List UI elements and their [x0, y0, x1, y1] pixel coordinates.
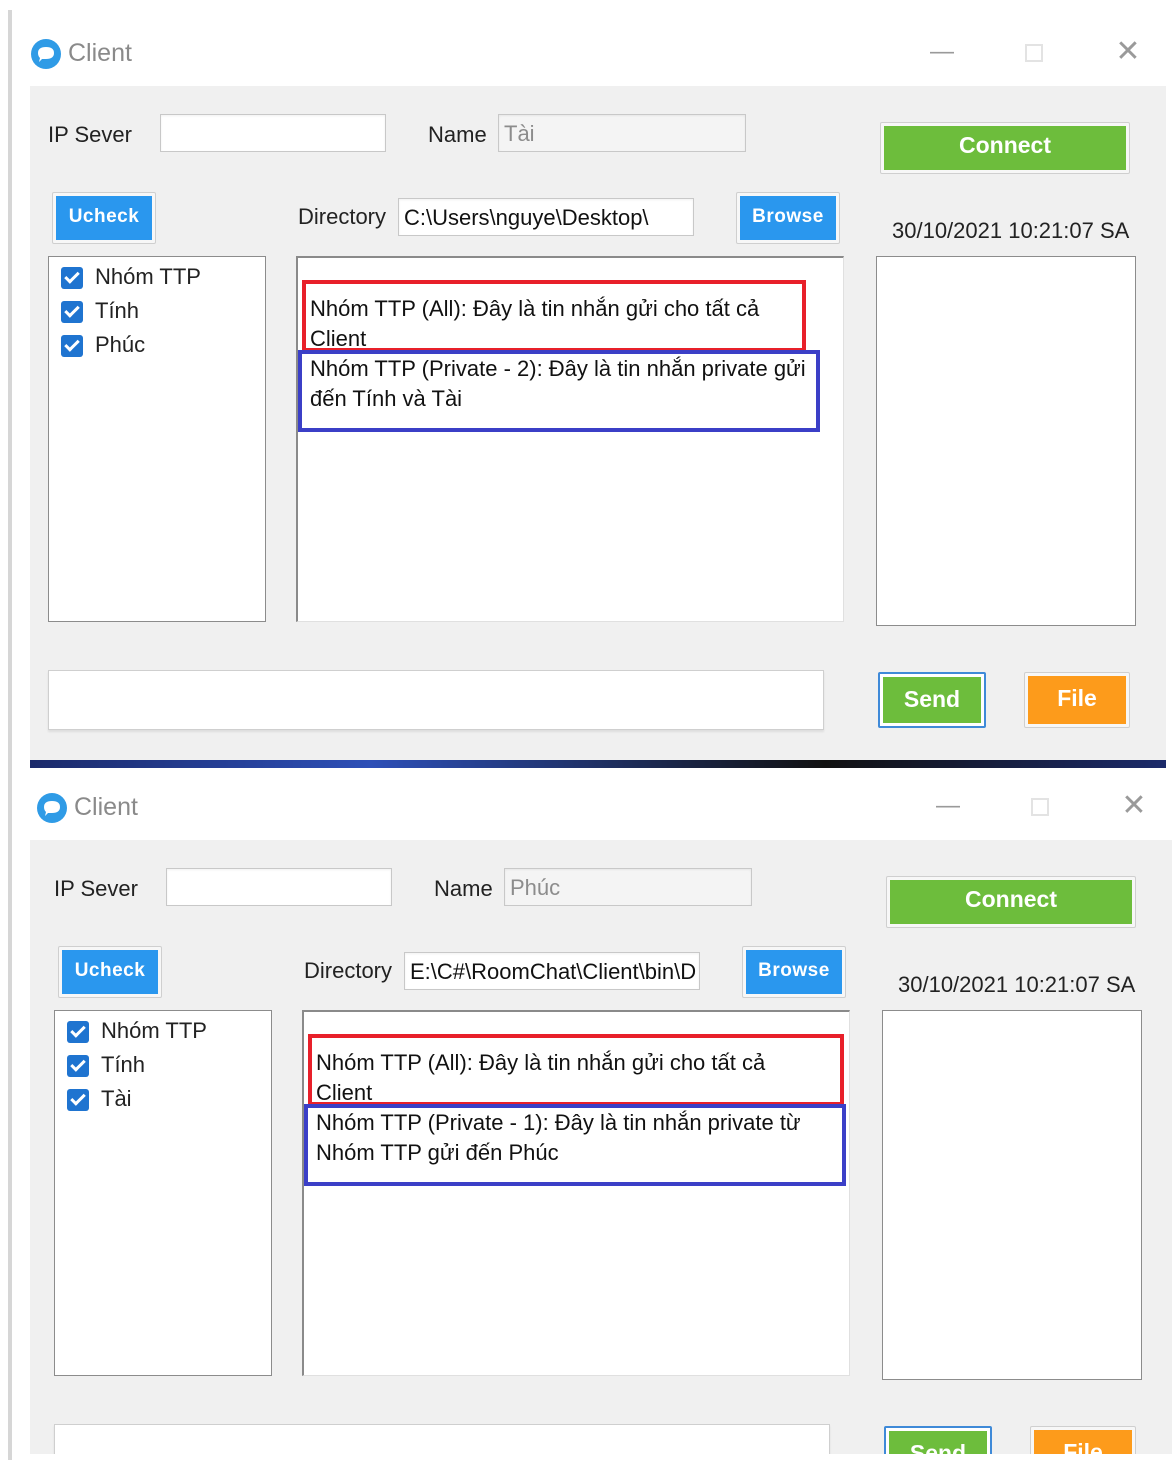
user-item-label: Tài: [101, 1086, 132, 1111]
send-label: Send: [889, 1431, 987, 1454]
directory-label: Directory: [298, 204, 387, 229]
checkbox-checked-icon[interactable]: [67, 1055, 89, 1077]
send-button[interactable]: Send: [878, 672, 986, 728]
window-separator: [30, 760, 1166, 768]
ip-server-input[interactable]: [160, 114, 386, 152]
checkbox-checked-icon[interactable]: [67, 1089, 89, 1111]
message-pane[interactable]: Nhóm TTP (All): Đây là tin nhắn gửi cho …: [302, 1010, 850, 1376]
checkbox-checked-icon[interactable]: [61, 301, 83, 323]
close-icon[interactable]: ✕: [1116, 788, 1152, 824]
name-label: Name: [428, 122, 487, 147]
file-button[interactable]: File: [1030, 1426, 1136, 1454]
send-button[interactable]: Send: [884, 1426, 992, 1454]
ip-server-input[interactable]: [166, 868, 392, 906]
file-label: File: [1028, 676, 1126, 724]
connect-button[interactable]: Connect: [880, 122, 1130, 174]
user-item-label: Tính: [101, 1052, 146, 1077]
highlight-all-message: [308, 1034, 844, 1106]
connect-button[interactable]: Connect: [886, 876, 1136, 928]
browse-button[interactable]: Browse: [742, 946, 846, 998]
file-button[interactable]: File: [1024, 672, 1130, 728]
maximize-icon[interactable]: [1022, 788, 1058, 824]
user-list[interactable]: Nhóm TTP Tính Phúc: [48, 256, 266, 622]
checkbox-checked-icon[interactable]: [61, 267, 83, 289]
user-item-label: Nhóm TTP: [101, 1018, 207, 1043]
minimize-icon[interactable]: —: [924, 34, 960, 70]
name-label: Name: [434, 876, 493, 901]
online-panel: [882, 1010, 1142, 1380]
directory-input[interactable]: E:\C#\RoomChat\Client\bin\D: [404, 952, 700, 990]
message-pane[interactable]: Nhóm TTP (All): Đây là tin nhắn gửi cho …: [296, 256, 844, 622]
ucheck-button[interactable]: Ucheck: [58, 946, 162, 998]
user-item-label: Nhóm TTP: [95, 264, 201, 289]
checkbox-checked-icon[interactable]: [61, 335, 83, 357]
connect-label: Connect: [884, 126, 1126, 170]
connect-label: Connect: [890, 880, 1132, 924]
title-bar[interactable]: Client — ✕: [12, 768, 1172, 840]
ucheck-label: Ucheck: [56, 196, 152, 240]
browse-label: Browse: [740, 196, 836, 240]
directory-input[interactable]: C:\Users\nguye\Desktop\: [398, 198, 694, 236]
checkbox-checked-icon[interactable]: [67, 1021, 89, 1043]
ucheck-button[interactable]: Ucheck: [52, 192, 156, 244]
user-item-label: Tính: [95, 298, 140, 323]
timestamp: 30/10/2021 10:21:07 SA: [892, 218, 1130, 243]
chat-bubble-icon: [37, 793, 67, 823]
client-window-2: Client — ✕ IP Sever Name Phúc Connect Uc…: [12, 768, 1172, 1454]
user-item-label: Phúc: [95, 332, 146, 357]
minimize-icon[interactable]: —: [930, 788, 966, 824]
message-input[interactable]: [54, 1424, 830, 1454]
message-input[interactable]: [48, 670, 824, 730]
chat-bubble-icon: [31, 39, 61, 69]
online-panel: [876, 256, 1136, 626]
client-window-1: Client — ✕ IP Sever Name Tài Connect Uch…: [12, 14, 1172, 764]
window-title: Client: [74, 793, 138, 821]
name-input[interactable]: Phúc: [504, 868, 752, 906]
ip-label: IP Sever: [48, 122, 132, 147]
highlight-all-message: [302, 280, 806, 352]
highlight-private-message: [298, 350, 820, 432]
highlight-private-message: [304, 1104, 846, 1186]
client-area: IP Sever Name Tài Connect Ucheck Directo…: [30, 86, 1166, 764]
client-area: IP Sever Name Phúc Connect Ucheck Direct…: [30, 840, 1172, 1454]
timestamp: 30/10/2021 10:21:07 SA: [898, 972, 1136, 997]
directory-label: Directory: [304, 958, 393, 983]
user-list[interactable]: Nhóm TTP Tính Tài: [54, 1010, 272, 1376]
window-title: Client: [68, 39, 132, 67]
name-input[interactable]: Tài: [498, 114, 746, 152]
maximize-icon[interactable]: [1016, 34, 1052, 70]
browse-button[interactable]: Browse: [736, 192, 840, 244]
file-label: File: [1034, 1430, 1132, 1454]
ucheck-label: Ucheck: [62, 950, 158, 994]
browse-label: Browse: [746, 950, 842, 994]
close-icon[interactable]: ✕: [1110, 34, 1146, 70]
send-label: Send: [883, 677, 981, 723]
ip-label: IP Sever: [54, 876, 138, 901]
title-bar[interactable]: Client — ✕: [12, 14, 1172, 86]
